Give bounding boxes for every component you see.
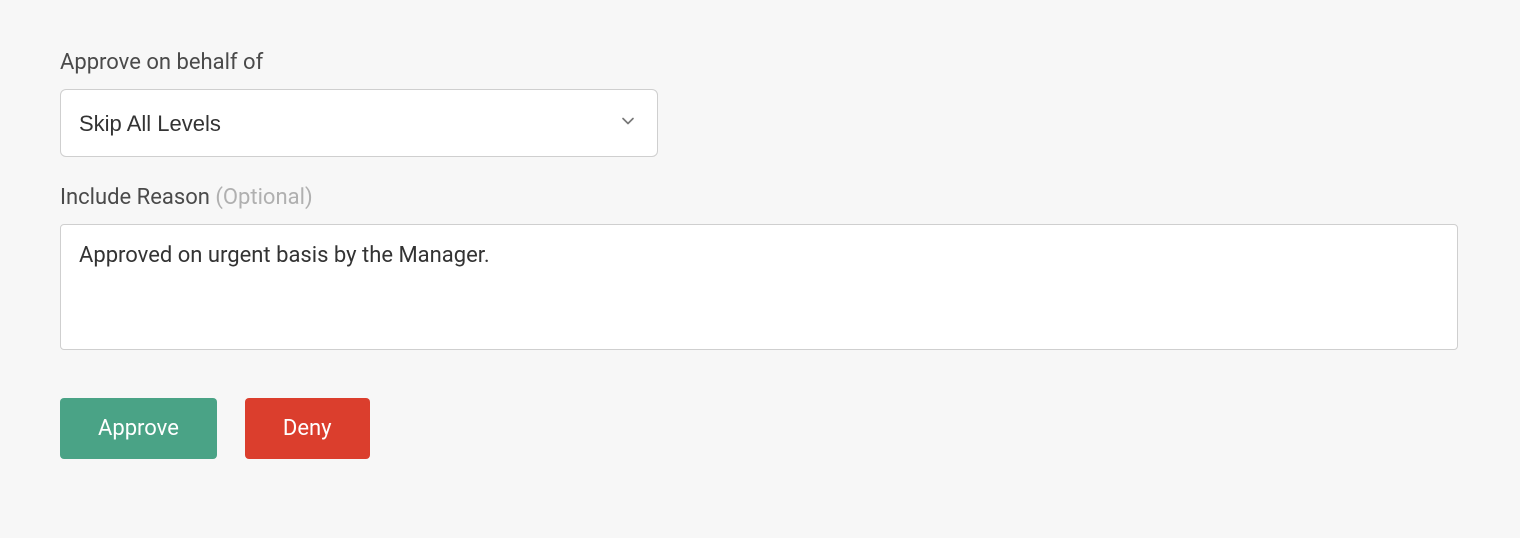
reason-group: Include Reason (Optional) — [60, 185, 1460, 354]
reason-optional-hint: (Optional) — [215, 185, 312, 210]
deny-button[interactable]: Deny — [245, 398, 370, 459]
approve-behalf-select-wrap: Skip All Levels — [60, 89, 658, 157]
approve-behalf-group: Approve on behalf of Skip All Levels — [60, 50, 1460, 157]
reason-label: Include Reason (Optional) — [60, 185, 1460, 210]
reason-textarea[interactable] — [60, 224, 1458, 350]
approve-button[interactable]: Approve — [60, 398, 217, 459]
approve-behalf-select[interactable]: Skip All Levels — [60, 89, 658, 157]
reason-label-text: Include Reason — [60, 185, 215, 210]
actions-row: Approve Deny — [60, 398, 1460, 459]
approve-behalf-label: Approve on behalf of — [60, 50, 1460, 75]
